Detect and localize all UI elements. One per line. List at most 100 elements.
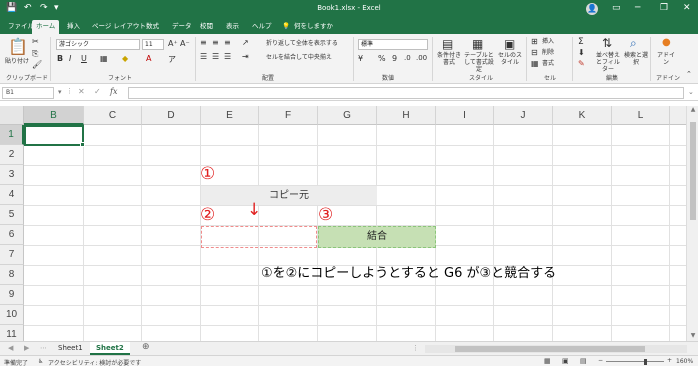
align-top-icon[interactable]: ≡ — [200, 38, 207, 47]
page-break-view-icon[interactable]: ▤ — [580, 357, 587, 365]
format-painter-icon[interactable]: 🖌 — [32, 60, 42, 69]
user-avatar[interactable]: 👤 — [586, 3, 598, 15]
cancel-icon[interactable]: ✕ — [78, 87, 85, 96]
collapse-ribbon-icon[interactable]: ⌃ — [686, 70, 692, 78]
scroll-down-icon[interactable]: ▼ — [687, 332, 698, 339]
tab-formulas[interactable]: 数式 — [142, 20, 163, 34]
namebox-dropdown-icon[interactable]: ▾ — [58, 88, 62, 96]
format-as-table-button[interactable]: テーブルとして書式設定 — [462, 52, 496, 73]
paste-icon[interactable]: 📋 — [8, 37, 28, 56]
tell-me-search[interactable]: 何をしますか — [290, 20, 337, 34]
horizontal-scroll-thumb[interactable] — [455, 346, 645, 352]
conditional-format-button[interactable]: 条件付き書式 — [436, 52, 462, 66]
tab-view[interactable]: 表示 — [222, 20, 243, 34]
zoom-level[interactable]: 160% — [676, 358, 693, 365]
indent-icon[interactable]: ⇥ — [242, 52, 249, 61]
name-box[interactable]: B1 — [2, 87, 54, 99]
sort-filter-button[interactable]: 並べ替えとフィルター — [594, 52, 622, 73]
increase-decimal-icon[interactable]: .0 — [404, 54, 411, 62]
copy-source-cell[interactable]: コピー元 — [201, 186, 377, 205]
paste-target-range[interactable] — [201, 226, 317, 248]
font-color-icon[interactable]: A — [146, 54, 151, 63]
zoom-in-icon[interactable]: + — [667, 357, 672, 364]
column-header-k[interactable]: K — [553, 106, 612, 125]
font-name-combo[interactable]: 游ゴシック — [56, 39, 140, 50]
row-header-10[interactable]: 10 — [0, 305, 24, 325]
insert-button[interactable]: 挿入 — [542, 38, 554, 45]
worksheet-grid[interactable]: B C D E F G H I J K L 1 2 3 4 5 6 7 8 9 … — [0, 106, 686, 341]
column-header-g[interactable]: G — [318, 106, 377, 125]
underline-icon[interactable]: U — [81, 54, 87, 63]
percent-icon[interactable]: % — [378, 54, 386, 63]
wrap-text-button[interactable]: 折り返して全体を表示する — [266, 40, 346, 47]
sheet-tab-sheet1[interactable]: Sheet1 — [52, 342, 89, 355]
fill-color-icon[interactable]: ◆ — [122, 54, 128, 63]
tab-insert[interactable]: 挿入 — [63, 20, 84, 34]
enter-icon[interactable]: ✓ — [94, 87, 101, 96]
currency-icon[interactable]: ¥ — [358, 54, 363, 63]
select-all-corner[interactable] — [0, 106, 24, 125]
tab-help[interactable]: ヘルプ — [248, 20, 276, 34]
decrease-decimal-icon[interactable]: .00 — [416, 54, 427, 62]
ribbon-display-icon[interactable]: ▭ — [612, 3, 621, 13]
border-icon[interactable]: ▦ — [100, 54, 108, 63]
vertical-scrollbar[interactable]: ▲ ▼ — [686, 106, 698, 341]
page-layout-view-icon[interactable]: ▣ — [562, 357, 569, 365]
row-header-9[interactable]: 9 — [0, 285, 24, 305]
tab-split-icon[interactable]: ⋮ — [412, 344, 419, 352]
align-left-icon[interactable]: ☰ — [200, 52, 207, 61]
sheet-list-icon[interactable]: ⋯ — [40, 344, 47, 352]
next-sheet-icon[interactable]: ▶ — [24, 344, 29, 352]
row-header-2[interactable]: 2 — [0, 145, 24, 165]
merge-center-button[interactable]: セルを結合して中央揃え — [266, 54, 350, 61]
prev-sheet-icon[interactable]: ◀ — [8, 344, 13, 352]
restore-button[interactable]: ❐ — [660, 3, 668, 13]
column-header-d[interactable]: D — [142, 106, 201, 125]
addin-button[interactable]: アドイン — [656, 52, 676, 66]
zoom-out-icon[interactable]: − — [598, 357, 603, 364]
expand-formula-icon[interactable]: ⌄ — [688, 88, 694, 96]
delete-button[interactable]: 削除 — [542, 49, 554, 56]
tab-review[interactable]: 校閲 — [196, 20, 217, 34]
orientation-icon[interactable]: ↗ — [242, 38, 249, 47]
conditional-format-icon[interactable]: ▤ — [442, 37, 453, 51]
cell-styles-icon[interactable]: ▣ — [504, 37, 515, 51]
row-header-5[interactable]: 5 — [0, 205, 24, 225]
fill-icon[interactable]: ⬇ — [578, 48, 585, 57]
phonetic-icon[interactable]: ア — [168, 54, 176, 65]
accessibility-status[interactable]: アクセシビリティ: 検討が必要です — [48, 358, 141, 366]
format-button[interactable]: 書式 — [542, 60, 554, 67]
bold-icon[interactable]: B — [57, 54, 63, 63]
column-header-l[interactable]: L — [612, 106, 670, 125]
merged-cell-g6[interactable]: 結合 — [318, 226, 436, 248]
column-header-b[interactable]: B — [24, 106, 84, 125]
increase-font-icon[interactable]: A⁺ — [168, 39, 178, 48]
horizontal-scrollbar[interactable] — [425, 345, 687, 353]
column-header-partial[interactable] — [670, 106, 686, 125]
addin-icon[interactable]: ● — [662, 37, 671, 48]
paste-button-label[interactable]: 貼り付け — [4, 58, 30, 65]
row-header-3[interactable]: 3 — [0, 165, 24, 185]
find-select-button[interactable]: 検索と選択 — [624, 52, 648, 66]
row-header-7[interactable]: 7 — [0, 245, 24, 265]
tab-home[interactable]: ホーム — [32, 20, 60, 34]
sort-filter-icon[interactable]: ⇅ — [602, 36, 612, 50]
active-cell-b1[interactable] — [24, 125, 85, 147]
normal-view-icon[interactable]: ▦ — [544, 357, 551, 365]
insert-function-icon[interactable]: fx — [110, 87, 117, 96]
format-cells-icon[interactable]: ▦ — [531, 59, 539, 68]
comma-icon[interactable]: 9 — [392, 54, 397, 63]
close-button[interactable]: ✕ — [683, 3, 691, 13]
zoom-slider-track[interactable] — [606, 361, 664, 362]
formula-input[interactable] — [128, 87, 684, 99]
column-header-e[interactable]: E — [201, 106, 259, 125]
row-header-11[interactable]: 11 — [0, 325, 24, 341]
row-header-6[interactable]: 6 — [0, 225, 24, 245]
number-format-combo[interactable]: 標準 — [358, 39, 428, 50]
scroll-up-icon[interactable]: ▲ — [687, 106, 698, 113]
tab-page-layout[interactable]: ページ レイアウト — [88, 20, 150, 34]
insert-cells-icon[interactable]: ⊞ — [531, 37, 538, 46]
align-bottom-icon[interactable]: ≡ — [224, 38, 231, 47]
column-header-c[interactable]: C — [84, 106, 142, 125]
fill-handle[interactable] — [80, 142, 85, 147]
